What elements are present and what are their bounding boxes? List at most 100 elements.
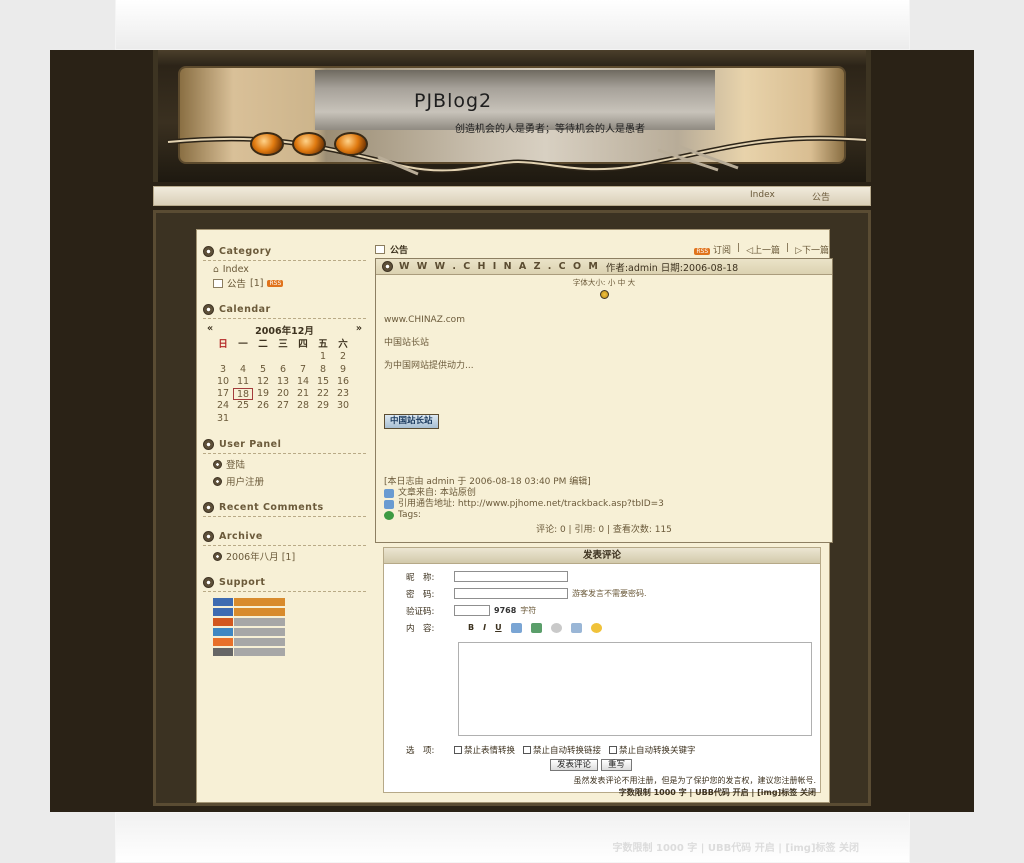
calendar-day[interactable]: 14 <box>293 376 313 388</box>
calendar-day[interactable]: 9 <box>333 364 353 376</box>
tag-icon <box>384 511 394 520</box>
calendar-day[interactable]: 27 <box>273 400 293 412</box>
chinaz-banner-button[interactable]: 中国站长站 <box>384 414 439 429</box>
bold-button[interactable]: B <box>468 623 474 632</box>
ghost-reflection-top <box>115 0 910 50</box>
support-badge[interactable] <box>213 618 285 627</box>
archive-item[interactable]: 2006年八月 [1] <box>213 549 366 563</box>
calendar-day[interactable]: 3 <box>213 364 233 376</box>
calendar-day[interactable]: 31 <box>213 413 233 425</box>
email-icon[interactable] <box>570 622 582 633</box>
link-icon[interactable] <box>510 622 522 633</box>
calendar-next-button[interactable]: » <box>356 323 362 337</box>
post-header: W W W . C H I N A Z . C O M 作者:admin 日期:… <box>376 259 832 275</box>
italic-button[interactable]: I <box>483 623 486 632</box>
support-badge[interactable] <box>213 638 285 647</box>
option-disable-autolink[interactable]: 禁止自动转换链接 <box>523 744 601 756</box>
home-icon: ⌂ <box>213 264 219 275</box>
option-disable-smilies[interactable]: 禁止表情转换 <box>454 744 515 756</box>
calendar-day[interactable]: 15 <box>313 376 333 388</box>
calendar-day[interactable]: 6 <box>273 364 293 376</box>
subscribe-link[interactable]: RSS 订阅 <box>694 243 731 256</box>
password-row: 密 码: 游客发言不需要密码. <box>406 588 647 600</box>
checkbox[interactable] <box>609 746 618 754</box>
calendar-month: 2006年12月 <box>255 326 314 337</box>
post-title[interactable]: W W W . C H I N A Z . C O M <box>399 261 600 272</box>
calendar-empty-cell <box>233 351 253 363</box>
calendar-day[interactable]: 17 <box>213 388 233 400</box>
captcha-row: 验证码: 9768 字符 <box>406 605 537 617</box>
calendar-empty-cell <box>213 351 233 363</box>
comment-textarea[interactable] <box>458 642 812 736</box>
checkbox[interactable] <box>523 746 532 754</box>
rss-icon[interactable]: RSS <box>267 279 284 287</box>
calendar-empty-cell <box>253 351 273 363</box>
support-badge[interactable] <box>213 608 285 617</box>
checkbox[interactable] <box>454 746 462 754</box>
submit-comment-button[interactable]: 发表评论 <box>550 759 599 771</box>
calendar-day[interactable]: 18 <box>233 388 253 401</box>
calendar-day[interactable]: 8 <box>313 364 333 376</box>
captcha-image[interactable]: 9768 <box>494 606 516 615</box>
category-item-index[interactable]: ⌂ Index <box>213 264 366 275</box>
editor-toolbar: B I U <box>468 622 602 633</box>
calendar-day[interactable]: 28 <box>293 400 313 412</box>
nav-index-link[interactable]: Index <box>750 190 775 200</box>
underline-button[interactable]: U <box>495 623 502 632</box>
login-link[interactable]: 登陆 <box>213 457 366 471</box>
nav-notice-link[interactable]: 公告 <box>812 190 830 203</box>
calendar-day[interactable]: 10 <box>213 376 233 388</box>
font-size-switch[interactable]: 字体大小: 小 中 大 <box>376 277 832 288</box>
register-link[interactable]: 用户注册 <box>213 474 366 488</box>
calendar-day[interactable]: 4 <box>233 364 253 376</box>
support-badge[interactable] <box>213 648 285 657</box>
support-badge[interactable] <box>213 598 285 607</box>
content-area: Category ⌂ Index 公告 [1] RSS Calendar « 2006… <box>196 229 833 803</box>
media-icon[interactable] <box>550 622 562 633</box>
post-meta: 作者:admin 日期:2006-08-18 <box>605 262 739 274</box>
post-toolbar: 公告 RSS 订阅 | ◁上一篇 | ▷下一篇 <box>375 242 833 256</box>
calendar-weekday: 六 <box>338 339 348 350</box>
calendar-day[interactable]: 23 <box>333 388 353 400</box>
calendar-prev-button[interactable]: « <box>207 323 213 337</box>
nickname-input[interactable] <box>454 571 568 582</box>
post-tags: Tags: <box>384 510 824 521</box>
post-line: www.CHINAZ.com <box>384 315 465 325</box>
calendar-day[interactable]: 29 <box>313 400 333 412</box>
blog-title[interactable]: PJBlog2 <box>414 90 492 112</box>
calendar-day[interactable]: 21 <box>293 388 313 400</box>
calendar-day[interactable]: 2 <box>333 351 353 363</box>
calendar-day[interactable]: 1 <box>313 351 333 363</box>
image-icon[interactable] <box>530 622 542 633</box>
post-stats: 评论: 0 | 引用: 0 | 查看次数: 115 <box>536 525 672 535</box>
calendar-day[interactable]: 7 <box>293 364 313 376</box>
category-item-notice[interactable]: 公告 [1] RSS <box>213 276 366 290</box>
option-disable-keywords[interactable]: 禁止自动转换关键字 <box>609 744 696 756</box>
calendar-day[interactable]: 5 <box>253 364 273 376</box>
calendar-day[interactable]: 16 <box>333 376 353 388</box>
page-icon <box>213 278 223 288</box>
calendar-day[interactable]: 24 <box>213 400 233 412</box>
bullet-icon <box>203 531 214 543</box>
calendar-day[interactable]: 11 <box>233 376 253 388</box>
calendar-day[interactable]: 12 <box>253 376 273 388</box>
calendar-day[interactable]: 26 <box>253 400 273 412</box>
prev-post-link[interactable]: ◁上一篇 <box>746 243 780 256</box>
calendar-weekday: 日 <box>218 339 228 350</box>
calendar-day[interactable]: 30 <box>333 400 353 412</box>
smiley-icon[interactable] <box>590 622 602 633</box>
calendar-day[interactable]: 25 <box>233 400 253 412</box>
calendar-day[interactable]: 20 <box>273 388 293 400</box>
category-section: Category ⌂ Index 公告 [1] RSS <box>203 246 366 290</box>
calendar-empty-cell <box>273 351 293 363</box>
calendar-day[interactable]: 19 <box>253 388 273 400</box>
captcha-input[interactable] <box>454 605 490 616</box>
support-badge[interactable] <box>213 628 285 637</box>
calendar-day[interactable]: 22 <box>313 388 333 400</box>
next-post-link[interactable]: ▷下一篇 <box>795 243 829 256</box>
reset-button[interactable]: 重写 <box>601 759 633 771</box>
calendar-day[interactable]: 13 <box>273 376 293 388</box>
post-trackback[interactable]: 引用通告地址: http://www.pjhome.net/trackback.… <box>384 499 824 510</box>
password-input[interactable] <box>454 588 568 599</box>
bullet-icon <box>203 502 214 514</box>
